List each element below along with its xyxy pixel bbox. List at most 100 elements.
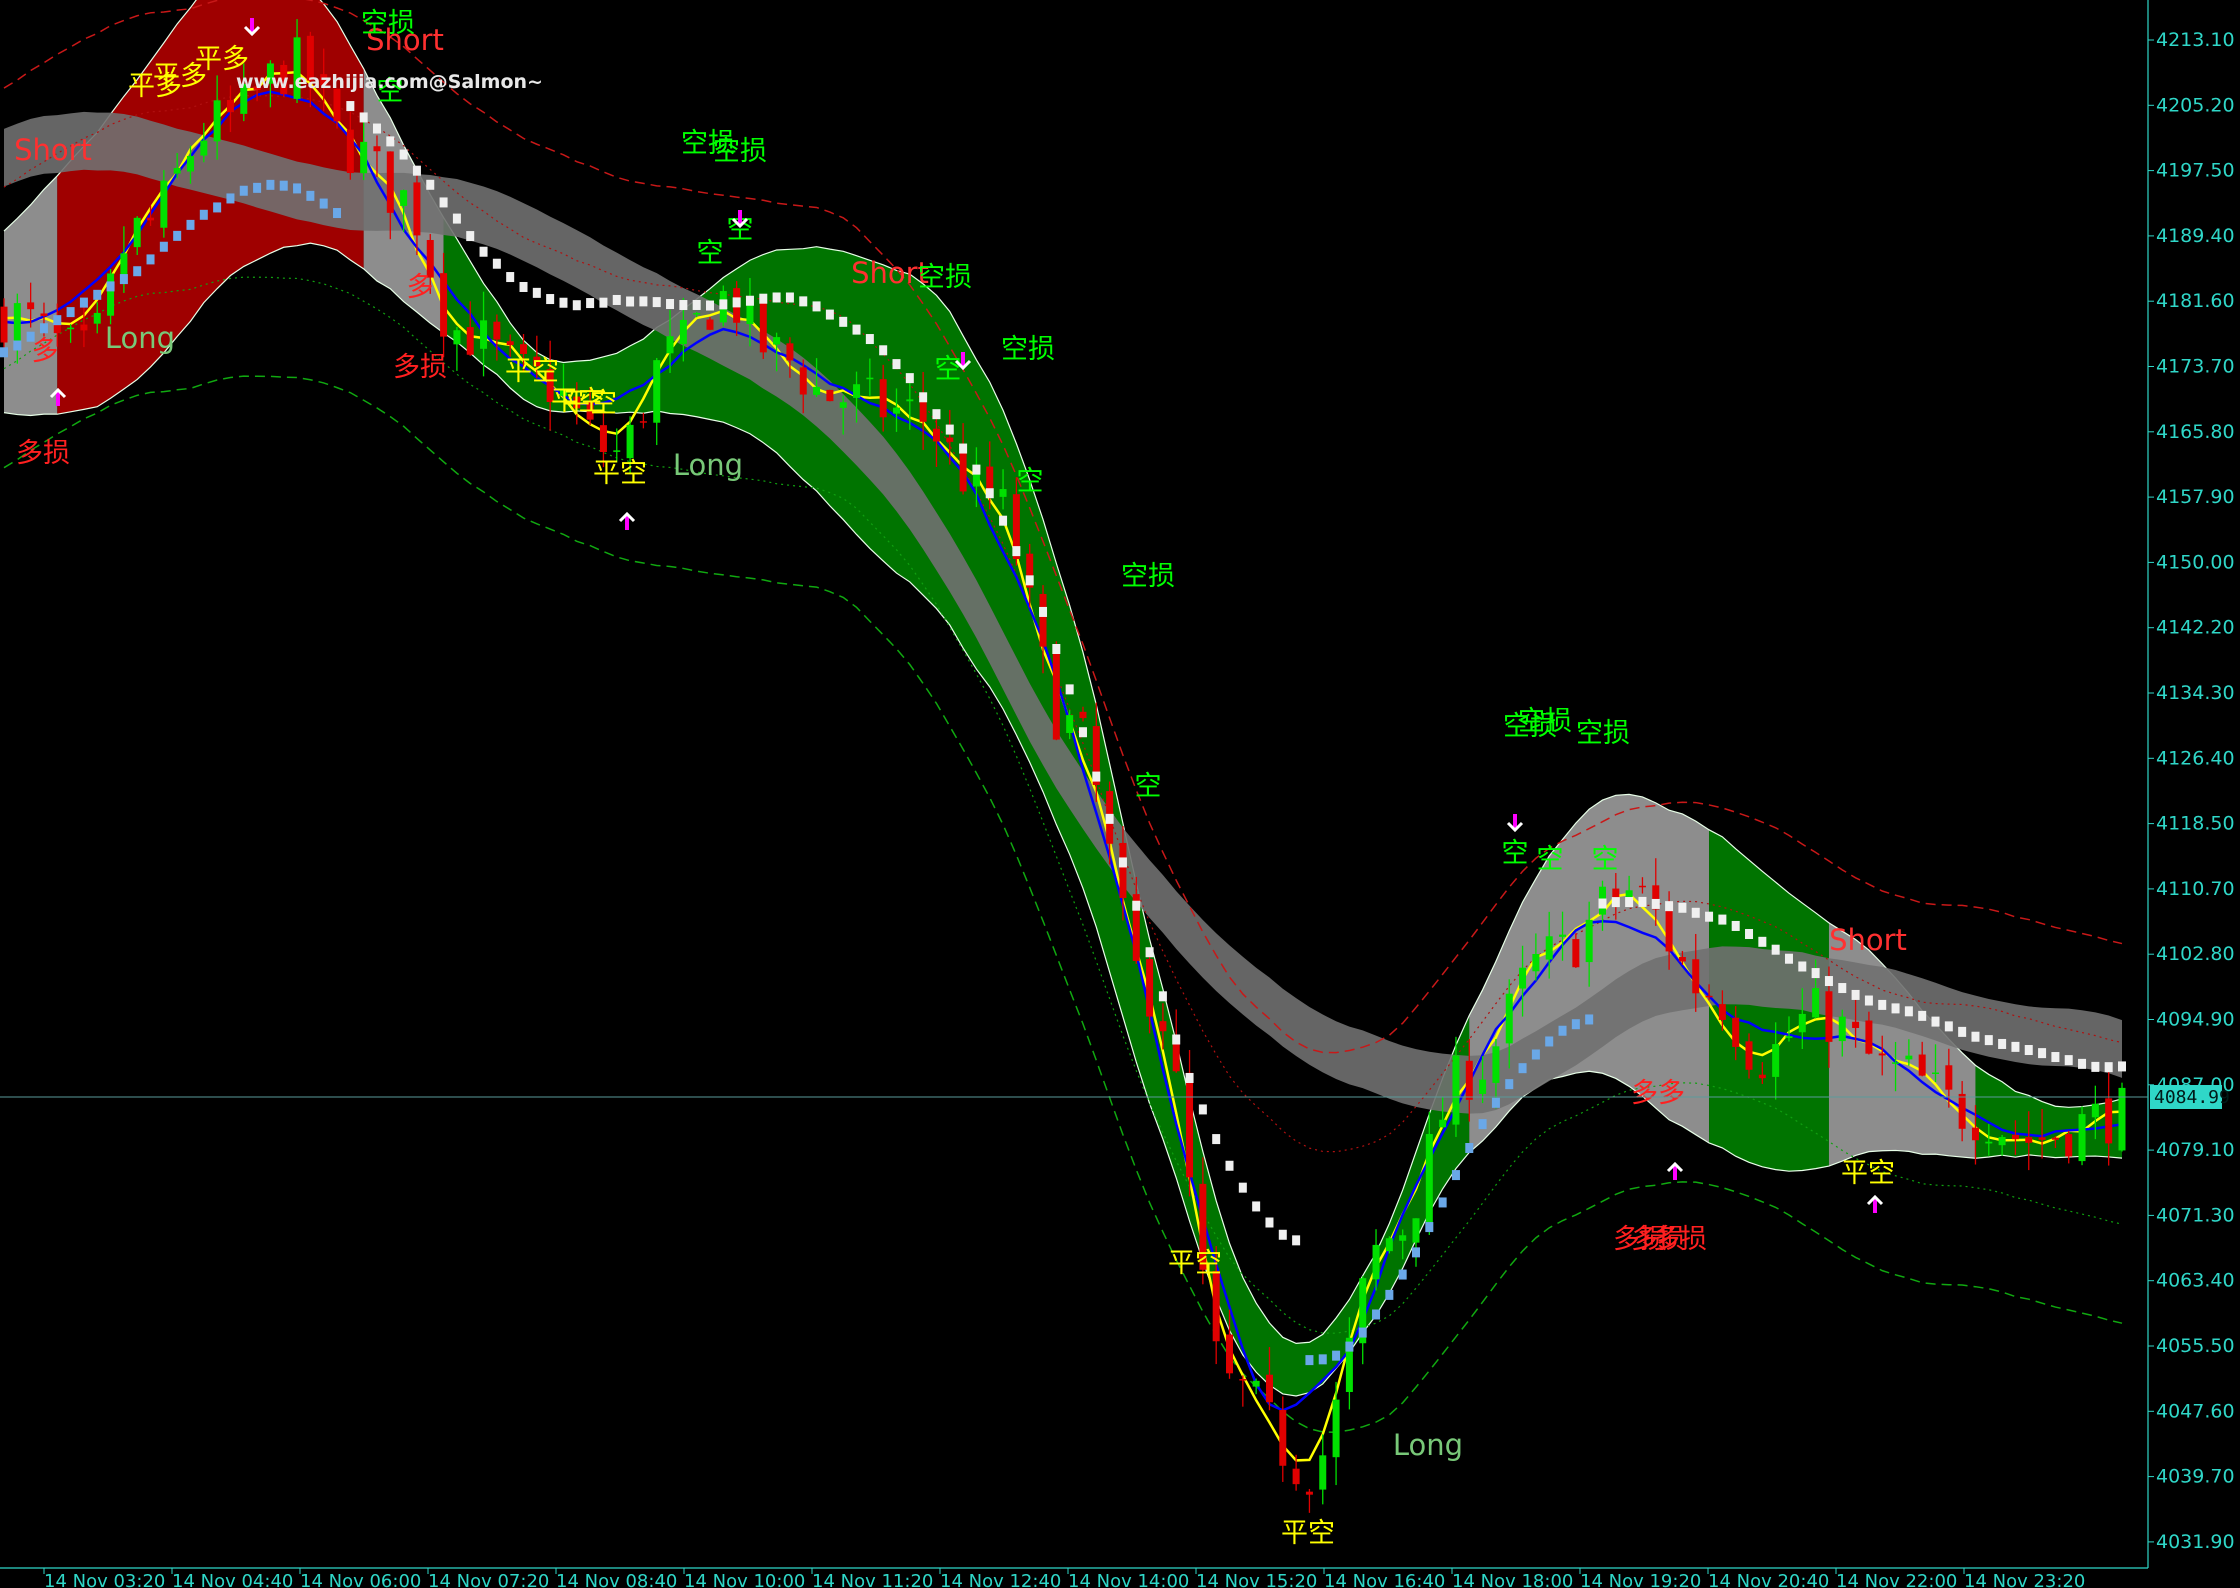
stair-marker: [1039, 606, 1048, 617]
annotation-label: 平空: [1281, 1518, 1335, 1549]
chart-area[interactable]: Short Short Short Short Long Long Long 空损空空损 空损空…: [0, 0, 2240, 1588]
stair-marker: [1611, 897, 1620, 908]
stair-marker: [1918, 1010, 1927, 1021]
stair-marker: [53, 315, 62, 326]
stair-marker: [1252, 1201, 1261, 1212]
stair-marker: [945, 424, 954, 435]
stair-marker: [559, 297, 568, 308]
stair-marker: [1864, 995, 1873, 1006]
stair-marker: [1971, 1031, 1980, 1042]
stair-marker: [439, 197, 448, 208]
time-tick-label: 14 Nov 22:00: [1836, 1571, 1957, 1588]
stair-marker: [772, 292, 781, 303]
stair-marker: [1025, 575, 1034, 586]
stair-marker: [1358, 1327, 1367, 1338]
annotation-label: 空损: [1518, 706, 1572, 737]
price-tick-label: 4071.30: [2156, 1204, 2235, 1226]
stair-marker: [146, 254, 155, 265]
stair-marker: [66, 307, 75, 318]
candle: [1186, 1049, 1194, 1197]
stair-marker: [1078, 727, 1087, 738]
stair-marker: [1638, 896, 1647, 907]
stair-marker: [1518, 1063, 1527, 1074]
stair-marker: [106, 281, 115, 292]
annotation-label: Long: [673, 448, 743, 482]
stair-marker: [173, 230, 182, 241]
stair-marker: [386, 136, 395, 147]
candle: [1385, 1236, 1393, 1254]
stair-marker: [719, 299, 728, 310]
stair-marker: [333, 208, 342, 219]
stair-marker: [39, 323, 48, 334]
price-tick-label: 4047.60: [2156, 1400, 2235, 1422]
stair-marker: [266, 179, 275, 190]
annotation-label: 空损: [361, 8, 415, 39]
annotation-label: 多: [32, 336, 59, 367]
stair-marker: [1545, 1036, 1554, 1047]
price-tick-label: 4094.90: [2156, 1009, 2235, 1031]
stair-marker: [1878, 999, 1887, 1010]
annotation-label: 多损: [16, 438, 70, 469]
stair-marker: [1958, 1026, 1967, 1037]
candle: [653, 357, 661, 446]
stair-marker: [372, 123, 381, 134]
stair-marker: [0, 347, 8, 358]
stair-marker: [1558, 1025, 1567, 1036]
price-tick-label: 4197.50: [2156, 160, 2235, 182]
stair-marker: [865, 334, 874, 345]
watermark: www.eazhijia.com@Salmon~: [236, 71, 543, 93]
stair-marker: [13, 340, 22, 351]
stair-marker: [972, 464, 981, 475]
price-tick-label: 4055.50: [2156, 1335, 2235, 1357]
stair-marker: [732, 297, 741, 308]
annotation-label: Long: [1393, 1428, 1463, 1462]
annotation-label: 空损: [1121, 561, 1175, 592]
candle: [639, 412, 647, 429]
price-chart[interactable]: ShortShortShortShortLongLongLong空损空空损空损空…: [0, 0, 2240, 1588]
stair-marker: [1891, 1003, 1900, 1014]
up-arrow-icon: [1866, 1194, 1884, 1213]
stair-marker: [346, 101, 355, 112]
annotation-label: 空: [697, 238, 724, 269]
stair-marker: [2118, 1061, 2126, 1072]
stair-marker: [1491, 1097, 1500, 1108]
stair-marker: [1198, 1104, 1207, 1115]
price-tick-label: 4150.00: [2156, 551, 2235, 573]
stair-marker: [186, 219, 195, 230]
stair-marker: [679, 300, 688, 311]
annotation-label: 平空: [593, 458, 647, 489]
annotation-label: 平空: [505, 356, 559, 387]
stair-marker: [652, 297, 661, 308]
stair-marker: [572, 300, 581, 311]
stair-marker: [959, 443, 968, 454]
annotation-label: Long: [105, 321, 175, 355]
stair-marker: [1811, 968, 1820, 979]
stair-marker: [506, 272, 515, 283]
price-tick-label: 4039.70: [2156, 1466, 2235, 1488]
stair-marker: [1598, 898, 1607, 909]
stair-marker: [239, 185, 248, 196]
time-tick-label: 14 Nov 12:40: [940, 1571, 1061, 1588]
stair-marker: [1305, 1355, 1314, 1366]
stair-marker: [1904, 1006, 1913, 1017]
annotation-label: 空: [935, 354, 962, 385]
stair-marker: [1798, 961, 1807, 972]
stair-marker: [839, 316, 848, 327]
candle: [1319, 1434, 1327, 1505]
up-arrow-icon: [618, 511, 636, 530]
annotation-label: 空损: [1576, 718, 1630, 749]
stair-marker: [2051, 1052, 2060, 1063]
stair-marker: [1478, 1119, 1487, 1130]
stair-marker: [306, 190, 315, 201]
stair-marker: [253, 182, 262, 193]
stair-marker: [1212, 1134, 1221, 1145]
stair-marker: [119, 274, 128, 285]
price-tick-label: 4134.30: [2156, 682, 2235, 704]
annotation-label: Short: [14, 133, 92, 167]
stair-marker: [1944, 1021, 1953, 1032]
stair-marker: [666, 299, 675, 310]
candle: [1412, 1218, 1420, 1267]
annotation-label: 空: [1537, 844, 1564, 875]
stair-marker: [1851, 989, 1860, 1000]
stair-marker: [1571, 1019, 1580, 1030]
